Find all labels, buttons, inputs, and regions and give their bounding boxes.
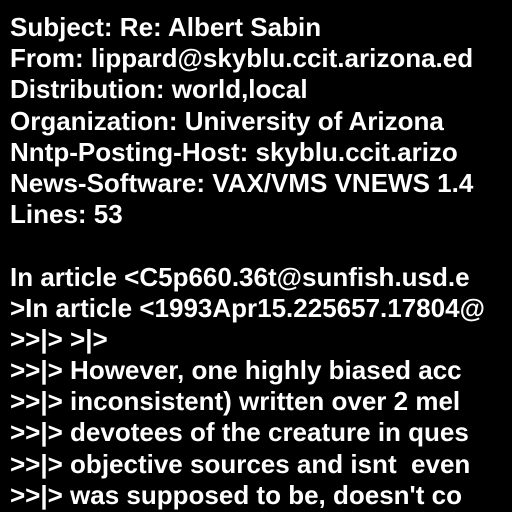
article-text: Subject: Re: Albert Sabin From: lippard@… xyxy=(10,12,512,511)
header-distribution: Distribution: world,local xyxy=(10,74,308,105)
body-line: >In article <1993Apr15.225657.17804@ xyxy=(10,292,485,323)
header-organization: Organization: University of Arizona xyxy=(10,105,444,136)
header-lines: Lines: 53 xyxy=(10,199,123,230)
body-line: >>|> >|> xyxy=(10,323,108,354)
header-subject: Subject: Re: Albert Sabin xyxy=(10,12,322,42)
body-line: >>|> devotees of the creature in ques xyxy=(10,417,469,448)
header-nntp-posting-host: Nntp-Posting-Host: skyblu.ccit.arizo xyxy=(10,136,458,167)
body-line: >>|> objective sources and isnt even xyxy=(10,448,471,479)
header-from: From: lippard@skyblu.ccit.arizona.ed xyxy=(10,43,474,74)
body-line: In article <C5p660.36t@sunfish.usd.e xyxy=(10,261,470,292)
body-line: >>|> inconsistent) written over 2 mel xyxy=(10,386,461,417)
header-news-software: News-Software: VAX/VMS VNEWS 1.4 xyxy=(10,167,474,198)
body-line: >>|> was supposed to be, doesn't co xyxy=(10,479,462,510)
body-line: >>|> However, one highly biased acc xyxy=(10,355,462,386)
news-article-page: Subject: Re: Albert Sabin From: lippard@… xyxy=(0,0,512,512)
